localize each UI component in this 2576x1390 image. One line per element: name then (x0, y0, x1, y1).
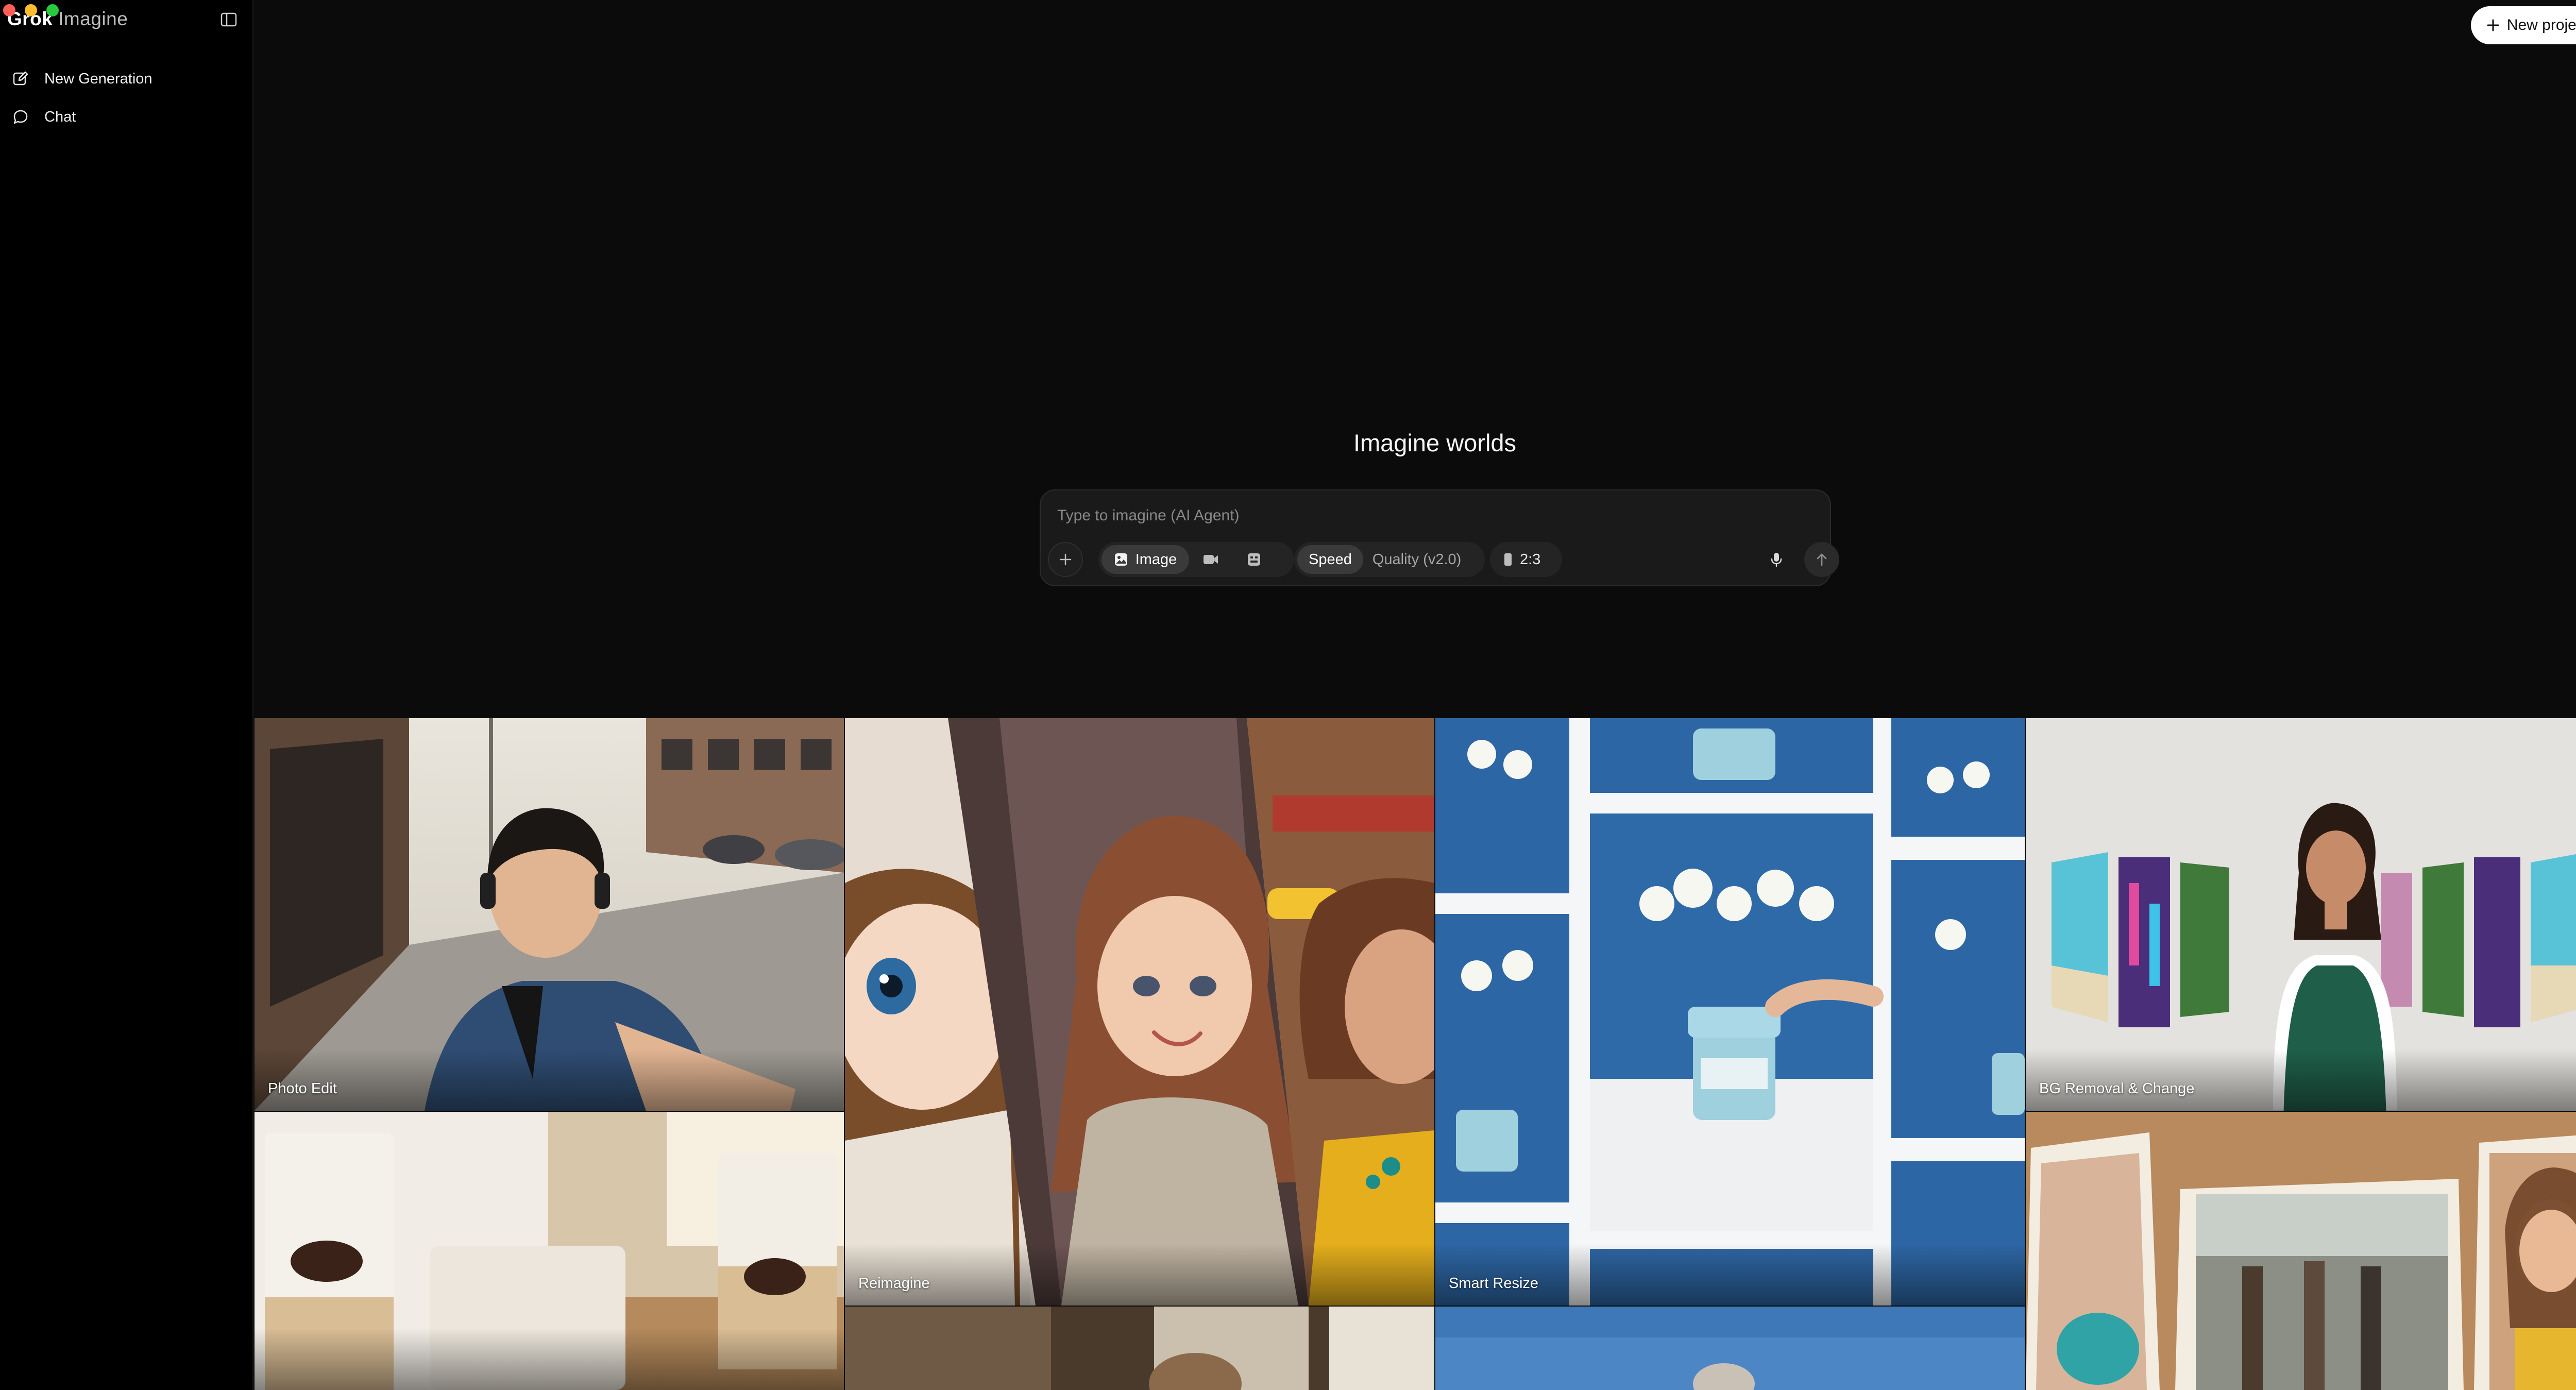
gallery-tile-landscape[interactable] (1435, 1307, 2025, 1390)
window-maximize-button[interactable] (46, 4, 59, 16)
voice-input-button[interactable] (1759, 542, 1794, 577)
template-gallery: Photo Edit Reimagine Smart Resize BG Rem… (255, 718, 2576, 1390)
aspect-ratio-button[interactable]: 2:3 (1490, 542, 1562, 577)
tile-label: Photo Edit (268, 1080, 337, 1097)
gallery-tile-collage[interactable] (2026, 1112, 2576, 1390)
tile-overlay (255, 1049, 844, 1111)
sidebar-toggle-button[interactable] (221, 12, 237, 27)
edit-icon (11, 70, 30, 88)
window-controls (3, 4, 59, 16)
mode-video-button[interactable] (1189, 545, 1232, 574)
tile-overlay (1435, 1244, 2025, 1306)
tile-overlay (845, 1244, 1434, 1306)
new-project-button[interactable]: New project (2471, 6, 2576, 44)
gallery-tile-product[interactable] (255, 1112, 844, 1390)
aspect-ratio-icon (1504, 553, 1512, 566)
template-icon (1248, 553, 1260, 566)
mode-selector: Image (1098, 542, 1294, 577)
sidebar-panel-icon (221, 12, 237, 27)
submit-button[interactable] (1804, 542, 1839, 577)
product-resize-image (1435, 718, 2025, 1306)
reimagine-portrait-image (845, 718, 1434, 1306)
tile-label: BG Removal & Change (2039, 1080, 2195, 1097)
gallery-tile-bg-removal[interactable]: BG Removal & Change (2026, 718, 2576, 1111)
tile-label: Reimagine (858, 1275, 930, 1292)
interior-photo-image (845, 1307, 1434, 1390)
page-title: Imagine worlds (1353, 429, 1517, 456)
tile-label: Smart Resize (1449, 1275, 1539, 1292)
sky-landscape-image (1435, 1307, 2025, 1390)
gallery-tile-reimagine[interactable]: Reimagine (845, 718, 1434, 1306)
microphone-icon (1771, 553, 1782, 567)
sidebar-nav: New Generation Chat (7, 60, 244, 136)
chat-bubble-icon (11, 108, 30, 126)
plus-icon (2487, 19, 2499, 31)
tile-overlay (2026, 1049, 2576, 1111)
gallery-tile-interior[interactable] (845, 1307, 1434, 1390)
image-icon (1114, 553, 1127, 566)
plus-icon (1059, 553, 1072, 566)
mode-template-button[interactable] (1232, 545, 1276, 574)
composer-toolbar: Image Speed Quality (v2.0) 2:3 (1048, 542, 1839, 577)
collage-image (2026, 1112, 2576, 1390)
arrow-up-icon (1817, 553, 1827, 566)
sidebar-item-label: New Generation (44, 70, 152, 87)
sidebar-item-new-generation[interactable]: New Generation (7, 60, 244, 98)
generation-speed-selector: Speed Quality (v2.0) (1294, 542, 1485, 577)
aspect-ratio-value: 2:3 (1520, 551, 1541, 568)
prompt-composer: Image Speed Quality (v2.0) (1040, 489, 1839, 586)
mode-image-button[interactable]: Image (1101, 545, 1189, 574)
speed-option[interactable]: Speed (1297, 545, 1363, 574)
brand-secondary: Imagine (58, 8, 128, 29)
attach-button[interactable] (1048, 542, 1083, 577)
tile-overlay (255, 1328, 844, 1390)
prompt-input[interactable] (1056, 502, 1780, 530)
video-icon (1204, 555, 1218, 564)
mode-image-label: Image (1135, 551, 1177, 568)
new-project-label: New project (2506, 16, 2576, 33)
sidebar: Grok Imagine New Generation Chat (0, 0, 253, 1390)
gallery-tile-smart-resize[interactable]: Smart Resize (1435, 718, 2025, 1306)
sidebar-item-chat[interactable]: Chat (7, 98, 244, 136)
gallery-tile-photo-edit[interactable]: Photo Edit (255, 718, 844, 1111)
quality-option[interactable]: Quality (v2.0) (1363, 545, 1470, 574)
window-minimize-button[interactable] (25, 4, 37, 16)
window-close-button[interactable] (3, 4, 15, 16)
sidebar-item-label: Chat (44, 108, 76, 125)
